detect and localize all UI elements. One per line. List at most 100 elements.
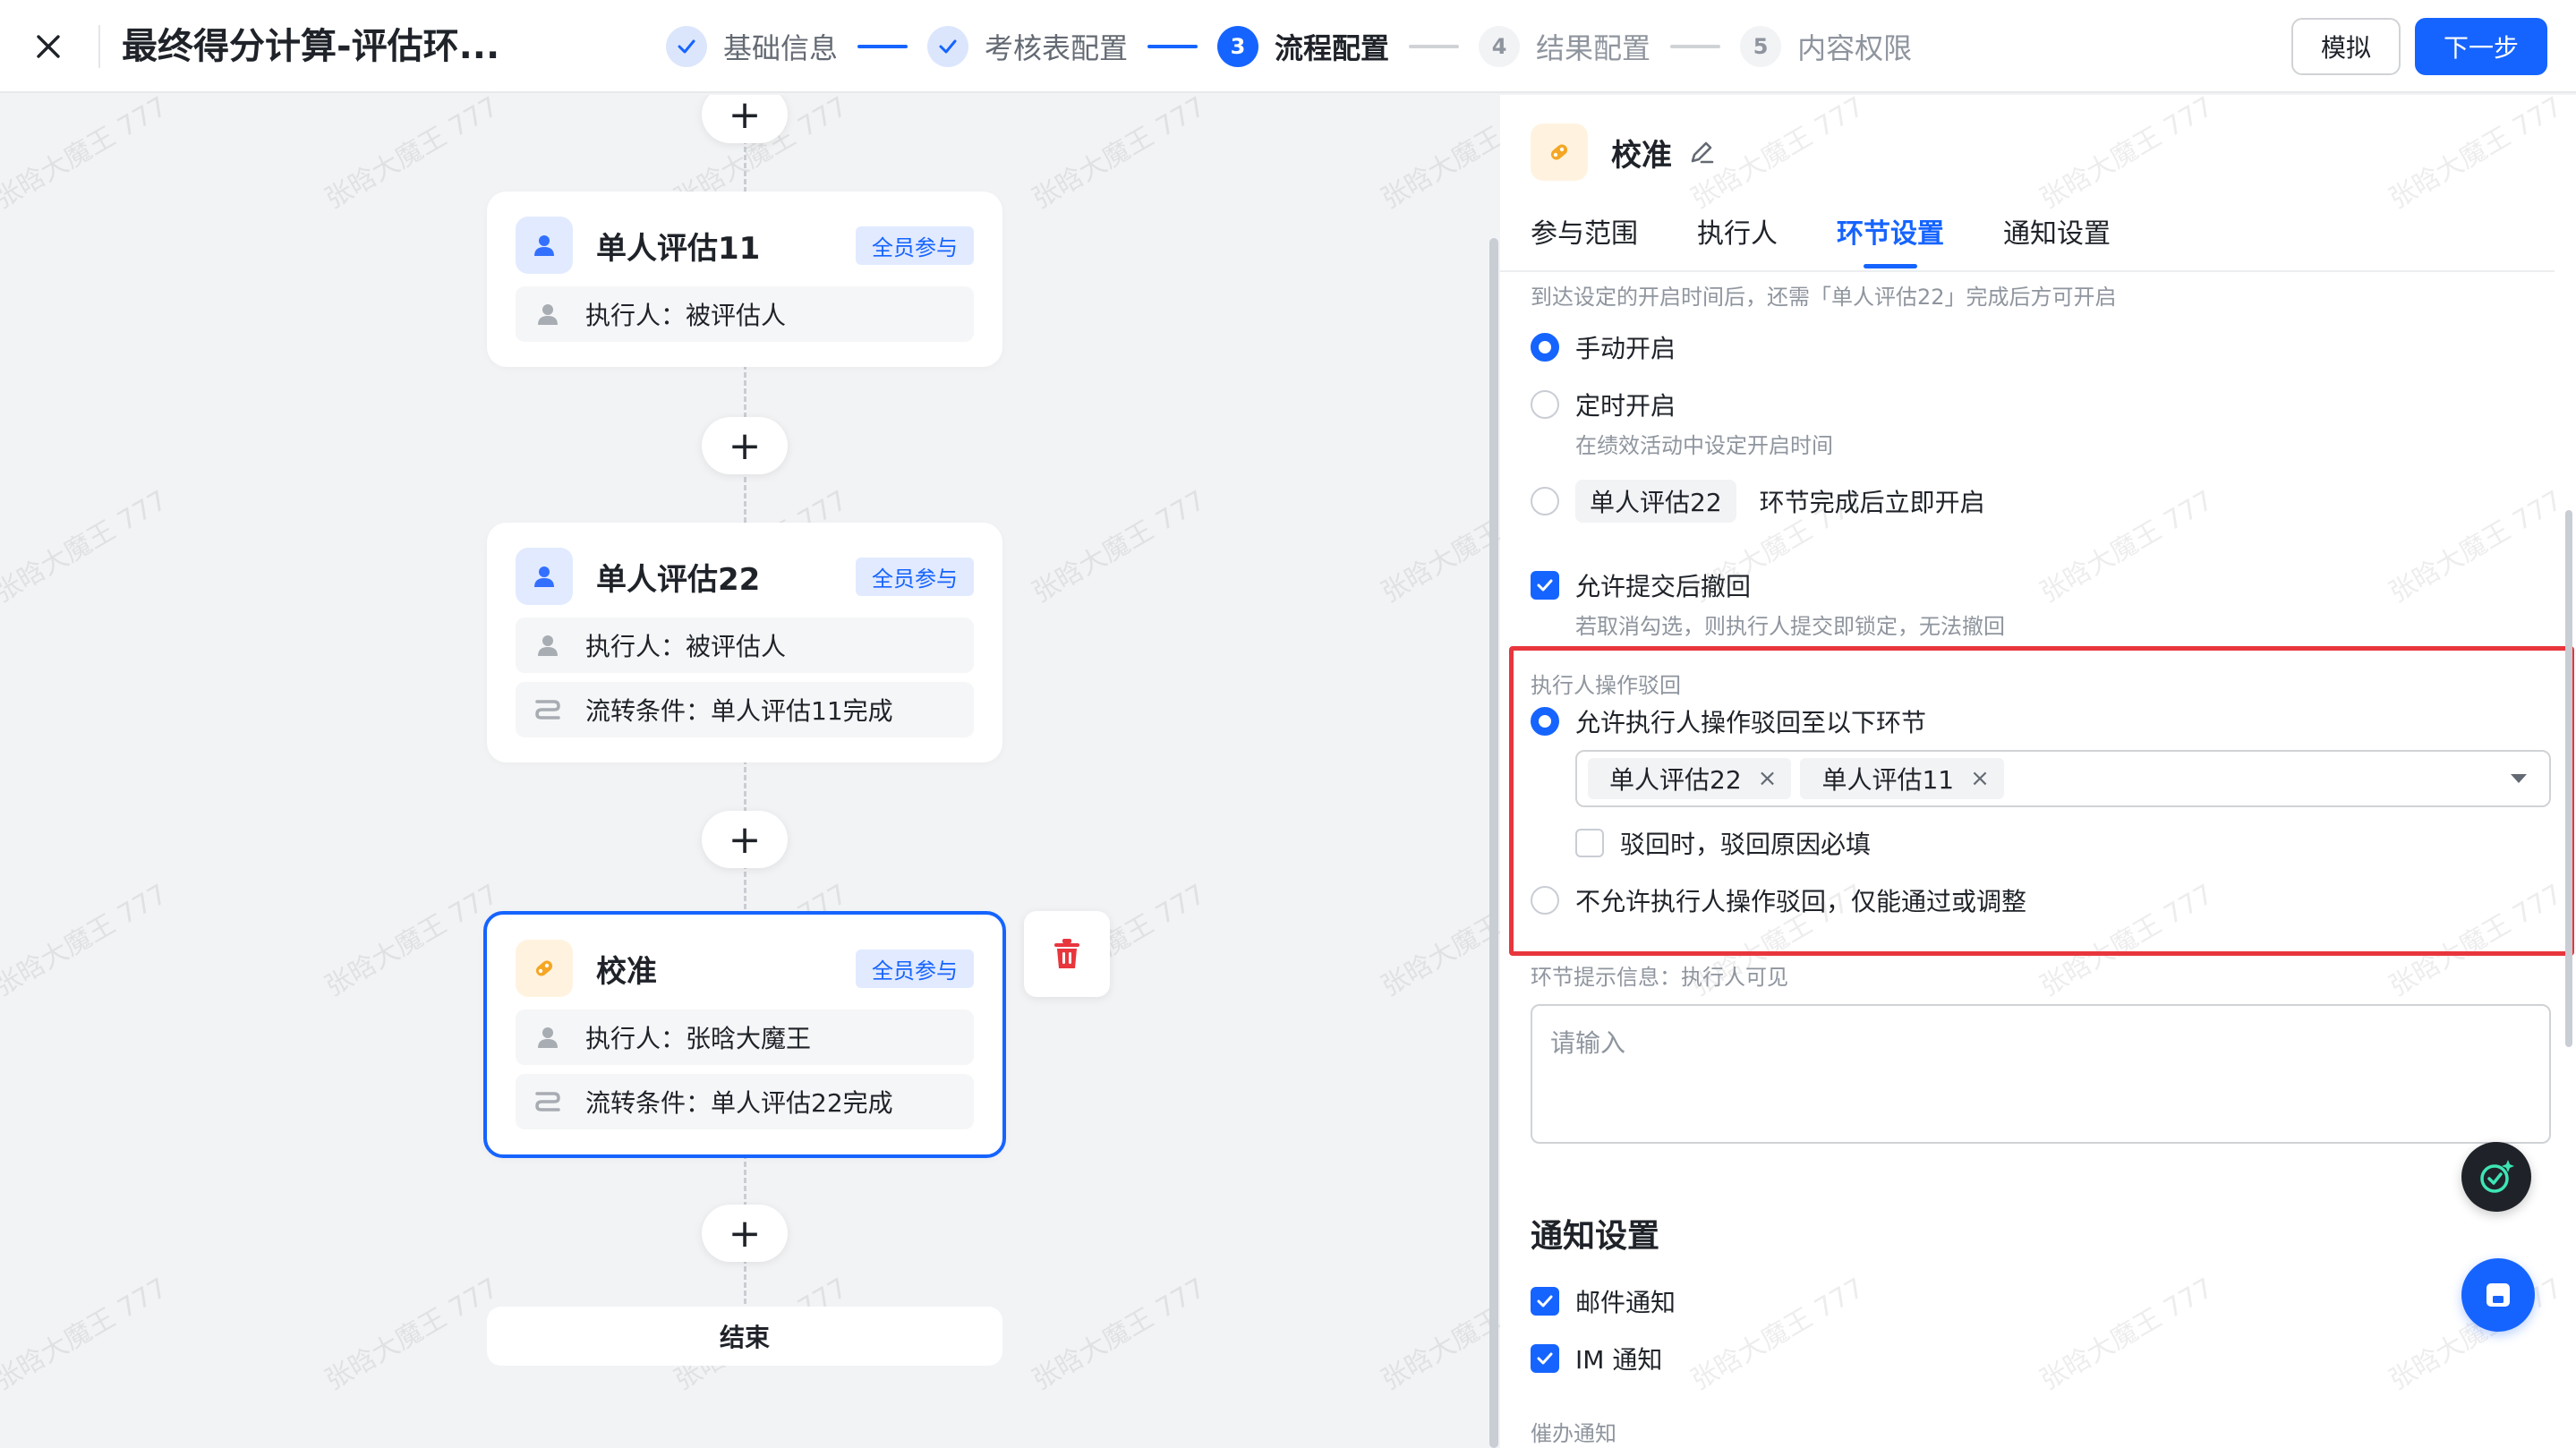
step-connector — [857, 45, 908, 48]
flow-route-icon — [533, 695, 562, 724]
radio-allow-reject[interactable] — [1531, 707, 1559, 736]
node-executor-row: 执行人：被评估人 — [516, 618, 974, 673]
flow-node-eval-22[interactable]: 单人评估22 全员参与 执行人：被评估人 流转条件：单人评估11完成 — [487, 523, 1002, 762]
flow-node-calibrate[interactable]: 校准 全员参与 执行人：张晗大魔王 流转条件：单人评估22完成 — [483, 911, 1006, 1158]
watermark: 张晗大魔王 777 — [0, 95, 173, 216]
option-reject-reason-required[interactable]: 驳回时，驳回原因必填 — [1575, 825, 1871, 861]
add-node-button[interactable]: + — [702, 417, 788, 474]
checkbox-reject-reason-required[interactable] — [1575, 829, 1604, 857]
notify-section-title: 通知设置 — [1531, 1218, 1660, 1255]
step-content-permission[interactable]: 5 内容权限 — [1740, 26, 1912, 67]
tab-node-settings[interactable]: 环节设置 — [1837, 209, 1944, 268]
tab-executor[interactable]: 执行人 — [1697, 209, 1778, 268]
option-label: 不允许执行人操作驳回，仅能通过或调整 — [1575, 887, 2027, 916]
step-result-config[interactable]: 4 结果配置 — [1479, 26, 1651, 67]
watermark: 张晗大魔王 777 — [320, 1272, 504, 1397]
step-form-config[interactable]: 考核表配置 — [927, 26, 1128, 67]
flow-end-node: 结束 — [487, 1307, 1002, 1366]
option-label: 驳回时，驳回原因必填 — [1620, 830, 1872, 859]
radio-after-node-start[interactable] — [1531, 487, 1559, 515]
executor-text: 执行人：张晗大魔王 — [585, 1024, 812, 1053]
option-label: 环节完成后立即开启 — [1759, 488, 1985, 517]
step-basic-info[interactable]: 基础信息 — [666, 26, 838, 67]
check-icon — [1537, 579, 1553, 592]
tip-textarea[interactable] — [1531, 1004, 2551, 1144]
check-icon — [1537, 1352, 1553, 1365]
watermark: 张晗大魔王 777 — [2384, 484, 2568, 609]
tag-remove-icon[interactable]: × — [1758, 765, 1778, 792]
step-number: 4 — [1479, 26, 1521, 67]
watermark: 张晗大魔王 777 — [1376, 485, 1500, 609]
ai-assistant-button[interactable] — [2461, 1142, 2531, 1212]
panel-scrollbar[interactable] — [2565, 510, 2572, 1047]
person-icon — [516, 217, 573, 274]
step-connector — [1147, 45, 1198, 48]
option-label: 允许提交后撤回 — [1575, 572, 1752, 601]
participation-badge: 全员参与 — [856, 949, 974, 988]
watermark: 张晗大魔王 777 — [0, 878, 173, 1003]
add-node-button[interactable]: + — [702, 1205, 788, 1262]
tag-remove-icon[interactable]: × — [1970, 765, 1990, 792]
node-executor-row: 执行人：张晗大魔王 — [516, 1009, 974, 1065]
next-step-button[interactable]: 下一步 — [2415, 18, 2547, 75]
option-email-notify[interactable]: 邮件通知 — [1531, 1283, 1676, 1319]
step-flow-config[interactable]: 3 流程配置 — [1217, 26, 1389, 67]
node-condition-row: 流转条件：单人评估11完成 — [516, 682, 974, 737]
close-button[interactable] — [27, 25, 70, 68]
step-label: 考核表配置 — [985, 31, 1129, 65]
header-divider — [98, 25, 100, 68]
check-icon — [666, 26, 707, 67]
flow-canvas[interactable]: 张晗大魔王 777 张晗大魔王 777 张晗大魔王 777 张晗大魔王 777 … — [0, 95, 1500, 1448]
tab-notification-settings[interactable]: 通知设置 — [2003, 209, 2111, 268]
top-bar: 最终得分计算-评估环... 基础信息 考核表配置 3 流程配置 4 结果配置 5 — [0, 0, 2576, 93]
option-allow-withdraw[interactable]: 允许提交后撤回 — [1531, 567, 1751, 603]
edit-title-button[interactable] — [1686, 137, 1717, 167]
watermark: 张晗大魔王 777 — [1685, 1272, 1870, 1397]
check-icon — [1537, 1295, 1553, 1307]
delete-node-button[interactable] — [1024, 911, 1110, 997]
calibrate-icon — [1531, 124, 1588, 181]
step-number: 5 — [1740, 26, 1782, 67]
tag-label: 单人评估22 — [1609, 765, 1742, 795]
node-condition-row: 流转条件：单人评估22完成 — [516, 1074, 974, 1129]
option-manual-start[interactable]: 手动开启 — [1531, 329, 1676, 365]
close-icon — [37, 35, 60, 58]
tab-participation-scope[interactable]: 参与范围 — [1531, 209, 1638, 268]
option-timed-start[interactable]: 定时开启 — [1531, 387, 1676, 422]
user-icon — [533, 631, 562, 660]
canvas-scrollbar[interactable] — [1489, 238, 1498, 1448]
node-title: 单人评估11 — [596, 230, 761, 267]
participation-badge: 全员参与 — [856, 557, 974, 596]
reject-target-select[interactable]: 单人评估22 × 单人评估11 × — [1575, 750, 2551, 807]
add-node-button[interactable]: + — [702, 811, 788, 868]
add-node-button[interactable]: + — [702, 95, 788, 143]
checkbox-im-notify[interactable] — [1531, 1344, 1559, 1373]
save-icon — [2486, 1283, 2510, 1307]
timed-start-hint: 在绩效活动中设定开启时间 — [1575, 433, 1833, 458]
radio-timed-start[interactable] — [1531, 390, 1559, 419]
node-chip: 单人评估22 — [1575, 480, 1736, 523]
option-allow-reject[interactable]: 允许执行人操作驳回至以下环节 — [1531, 703, 1926, 739]
radio-manual-start[interactable] — [1531, 333, 1559, 362]
dropdown-arrow-icon[interactable] — [2506, 766, 2531, 791]
checkbox-allow-withdraw[interactable] — [1531, 571, 1559, 600]
withdraw-hint: 若取消勾选，则执行人提交即锁定，无法撤回 — [1575, 614, 2005, 639]
checkbox-email-notify[interactable] — [1531, 1287, 1559, 1316]
simulate-button[interactable]: 模拟 — [2291, 18, 2401, 75]
urge-notify-label: 催办通知 — [1531, 1421, 1616, 1446]
watermark: 张晗大魔王 777 — [1027, 95, 1211, 216]
option-label: 邮件通知 — [1575, 1288, 1676, 1317]
calibrate-icon — [516, 940, 573, 997]
radio-disallow-reject[interactable] — [1531, 886, 1559, 915]
option-after-node-start[interactable]: 单人评估22 环节完成后立即开启 — [1531, 480, 1985, 523]
pencil-icon — [1691, 141, 1714, 164]
option-im-notify[interactable]: IM 通知 — [1531, 1341, 1662, 1376]
check-icon — [927, 26, 969, 67]
tag-label: 单人评估11 — [1821, 765, 1955, 795]
flow-node-eval-11[interactable]: 单人评估11 全员参与 执行人：被评估人 — [487, 192, 1002, 367]
step-label: 流程配置 — [1275, 31, 1390, 65]
save-draft-button[interactable] — [2461, 1258, 2535, 1332]
watermark: 张晗大魔王 777 — [2034, 95, 2219, 216]
option-disallow-reject[interactable]: 不允许执行人操作驳回，仅能通过或调整 — [1531, 882, 2026, 918]
step-connector — [1409, 45, 1460, 48]
